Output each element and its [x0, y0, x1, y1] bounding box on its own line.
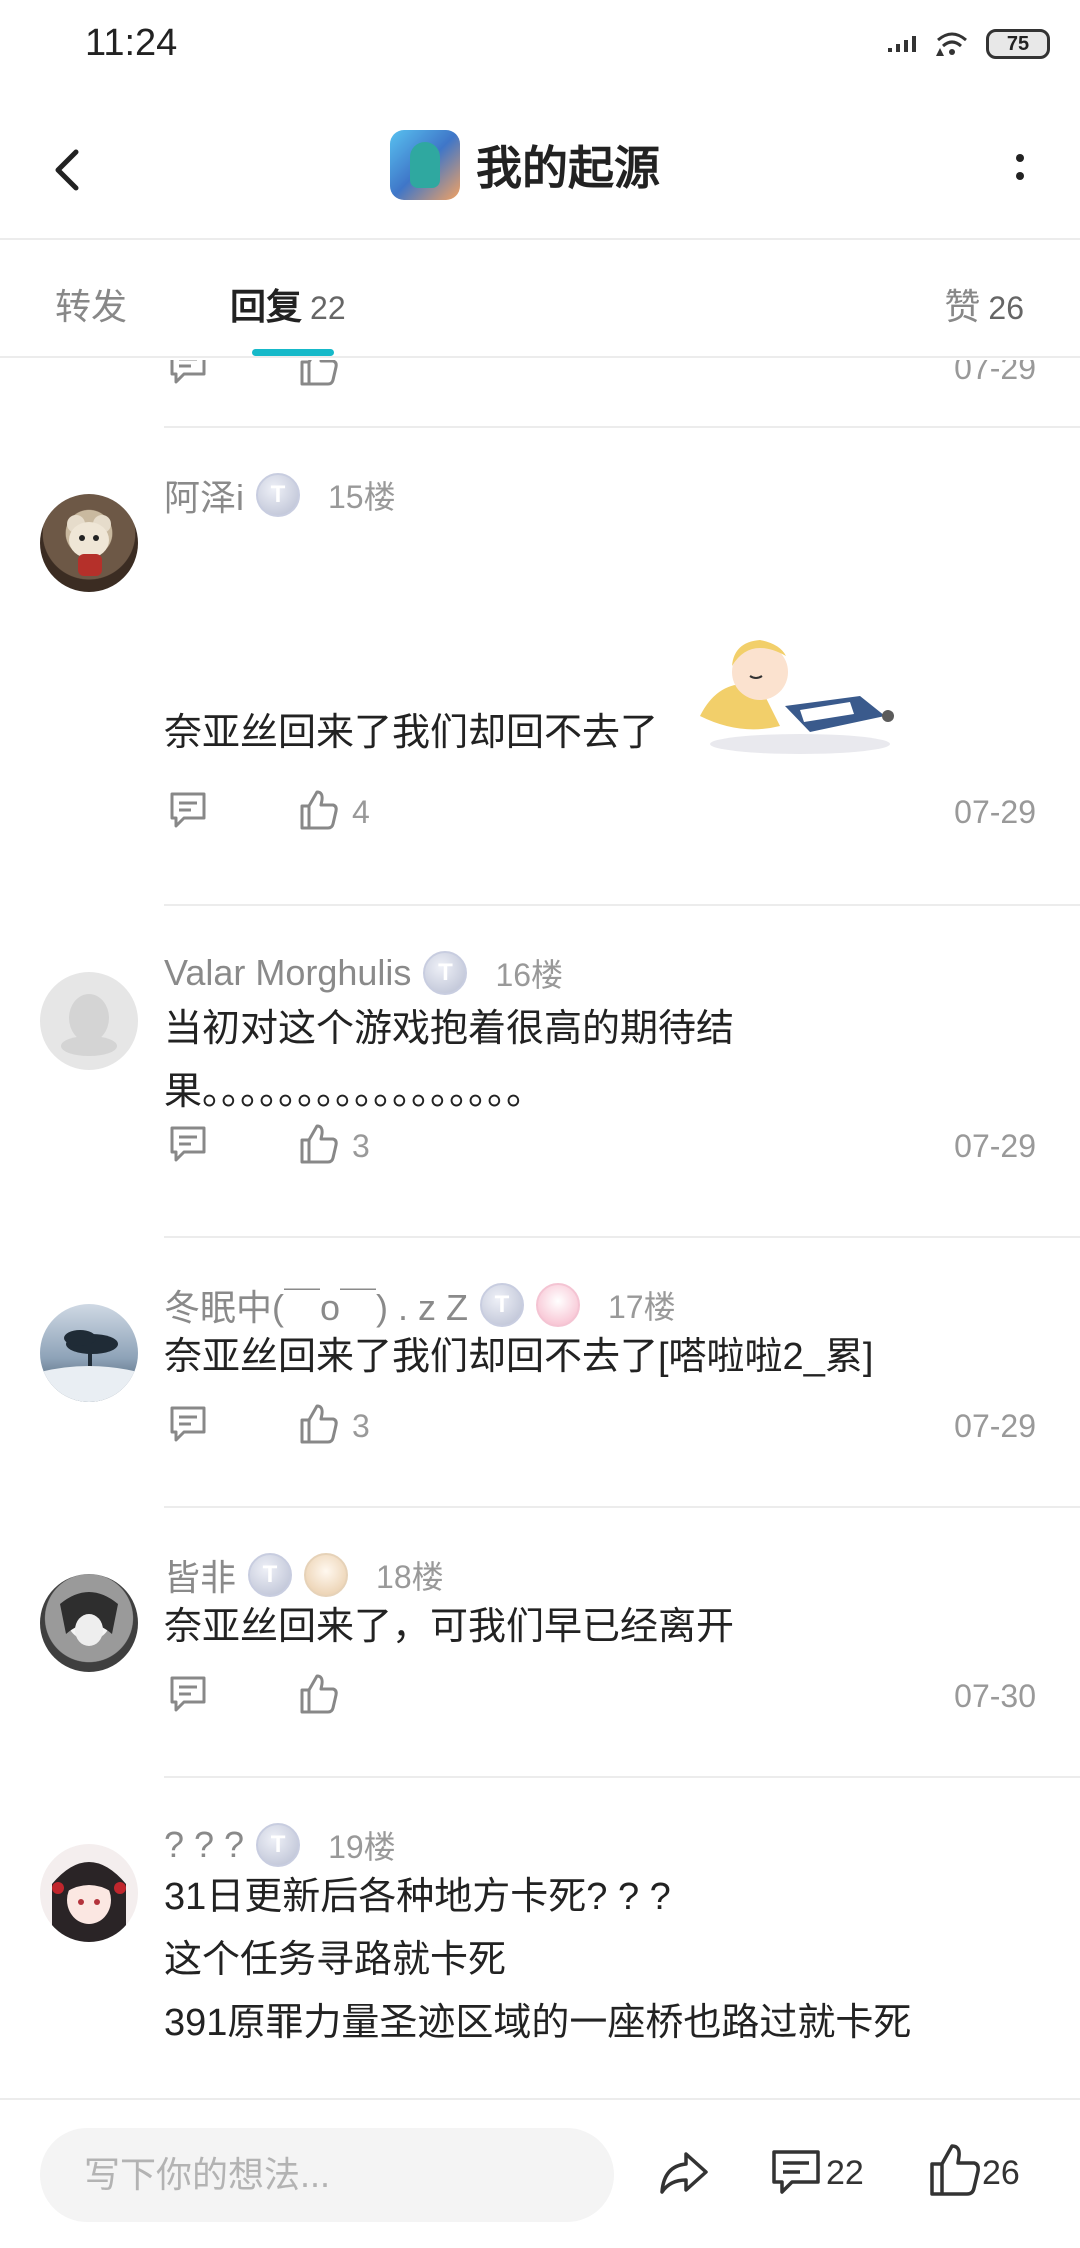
author-name[interactable]: ? ? ?: [164, 1824, 244, 1866]
avatar[interactable]: [40, 1844, 138, 1942]
level-badge-icon: T: [256, 1823, 301, 1867]
post-actions: 3 07-29: [0, 1122, 1080, 1178]
author-row: 阿泽i T 15楼: [164, 470, 396, 520]
status-time: 11:24: [85, 22, 178, 64]
bear-avatar-icon: [67, 515, 111, 576]
default-avatar-icon: [61, 994, 117, 1056]
floor-number: 16楼: [495, 957, 564, 993]
battery-level: 75: [1006, 32, 1030, 55]
wifi-icon: [936, 32, 967, 56]
thumbs-up-icon[interactable]: [926, 2142, 982, 2198]
status-icons: 75: [886, 22, 1050, 66]
pink-character-badge-icon: [536, 1283, 580, 1327]
floor-number: 15楼: [328, 479, 396, 515]
level-badge-icon: T: [256, 473, 300, 517]
status-bar: 11:24 75: [0, 0, 1080, 92]
level-badge-icon: T: [248, 1553, 293, 1597]
post-date: 07-29: [954, 794, 1036, 830]
character-badge-icon: [304, 1553, 349, 1597]
reply-text-line: 31日更新后各种地方卡死? ? ?: [164, 1876, 671, 1918]
floor-number: 19楼: [328, 1829, 396, 1865]
sketch-avatar-icon: [60, 1592, 118, 1646]
author-name[interactable]: 皆非: [164, 1549, 236, 1601]
more-vertical-icon[interactable]: [1010, 150, 1030, 190]
reply-text: 31日更新后各种地方卡死? ? ? 这个任务寻路就卡死 391原罪力量圣迹区域的…: [164, 1866, 1024, 2055]
divider: [164, 426, 1080, 428]
post-date: 07-29: [954, 1408, 1036, 1444]
tab-like-count: 26: [988, 290, 1024, 326]
tree-avatar-icon: [40, 1330, 138, 1402]
reply-text: 奈亚丝回来了我们却回不去了[嗒啦啦2_累]: [164, 1336, 874, 1378]
divider: [164, 1506, 1080, 1508]
reply-list[interactable]: 07-29 阿泽i T 15楼 奈亚丝回来了我们却回不去了 4 07-29 Va…: [0, 360, 1080, 2098]
tab-like-label: 赞: [944, 286, 981, 327]
reply-text: 奈亚丝回来了，可我们早已经离开: [164, 1606, 735, 1648]
share-icon[interactable]: [656, 2144, 712, 2200]
like-count: 3: [352, 1408, 370, 1444]
level-badge-icon: T: [423, 951, 468, 995]
tab-forward[interactable]: 转发: [55, 278, 127, 330]
thumbs-up-icon[interactable]: [296, 1122, 340, 1166]
tab-bar: 转发 回复 22 赞 26: [0, 242, 1080, 358]
floor-number: 17楼: [608, 1289, 676, 1325]
thumbs-up-icon[interactable]: [296, 1672, 340, 1716]
thumbs-up-icon[interactable]: [296, 360, 340, 388]
avatar[interactable]: [40, 494, 138, 592]
back-arrow-icon[interactable]: [40, 140, 100, 200]
avatar[interactable]: [40, 1574, 138, 1672]
tab-like[interactable]: 赞 26: [944, 278, 1024, 330]
reply-icon[interactable]: [166, 788, 210, 832]
active-tab-indicator: [252, 349, 334, 356]
signal-icon: [888, 36, 916, 52]
header-center: 我的起源: [390, 130, 660, 200]
like-count: 3: [352, 1128, 370, 1164]
author-row: 皆非 T 18楼: [164, 1550, 444, 1600]
like-count: 4: [352, 794, 370, 830]
tab-reply[interactable]: 回复 22: [230, 278, 346, 330]
reply-icon[interactable]: [166, 1402, 210, 1446]
app-header: 我的起源: [0, 100, 1080, 240]
tab-reply-count: 22: [310, 290, 346, 326]
tab-reply-label: 回复: [230, 286, 303, 327]
reply-icon[interactable]: [768, 2144, 824, 2200]
avatar[interactable]: [40, 972, 138, 1070]
level-badge-icon: T: [480, 1283, 524, 1327]
post-actions: 07-30: [0, 1672, 1080, 1728]
thumbs-up-icon[interactable]: [296, 788, 340, 832]
reply-text-line: 391原罪力量圣迹区域的一座桥也路过就卡死: [164, 2002, 912, 2044]
divider: [164, 904, 1080, 906]
author-row: 冬眠中(￣o￣) . z Z T 17楼: [164, 1280, 676, 1330]
reply-text-line: 这个任务寻路就卡死: [164, 1939, 507, 1981]
reply-count: 22: [826, 2154, 864, 2192]
reply-icon[interactable]: [166, 1672, 210, 1716]
post-date: 07-30: [954, 1678, 1036, 1714]
bottom-bar: 写下你的想法... 22 26: [0, 2098, 1080, 2248]
author-row: Valar Morghulis T 16楼: [164, 948, 563, 998]
anime-girl-avatar-icon: [52, 1862, 126, 1942]
author-name[interactable]: Valar Morghulis: [164, 952, 411, 994]
reply-icon[interactable]: [166, 1122, 210, 1166]
reply-text: 当初对这个游戏抱着很高的期待结果。。。。。。。。。。。。。。。。。: [164, 1008, 735, 1113]
post-date: 07-29: [954, 1128, 1036, 1164]
post-date: 07-29: [954, 360, 1036, 386]
avatar[interactable]: [40, 1304, 138, 1402]
reply-icon[interactable]: [166, 360, 210, 388]
post-actions: 07-29: [0, 360, 1080, 400]
divider: [164, 1236, 1080, 1238]
app-icon[interactable]: [390, 130, 460, 200]
post-actions: 4 07-29: [0, 788, 1080, 844]
divider: [164, 1776, 1080, 1778]
comment-input[interactable]: 写下你的想法...: [40, 2128, 614, 2222]
author-name[interactable]: 冬眠中(￣o￣) . z Z: [164, 1279, 468, 1331]
reply-text: 奈亚丝回来了我们却回不去了: [164, 712, 659, 754]
tab-forward-label: 转发: [55, 286, 128, 327]
thumbs-up-icon[interactable]: [296, 1402, 340, 1446]
page-title: 我的起源: [476, 142, 660, 194]
battery-icon: 75: [986, 29, 1050, 59]
like-count: 26: [982, 2154, 1020, 2192]
author-name[interactable]: 阿泽i: [164, 469, 244, 521]
author-row: ? ? ? T 19楼: [164, 1820, 396, 1870]
floor-number: 18楼: [376, 1559, 444, 1595]
post-actions: 3 07-29: [0, 1402, 1080, 1458]
